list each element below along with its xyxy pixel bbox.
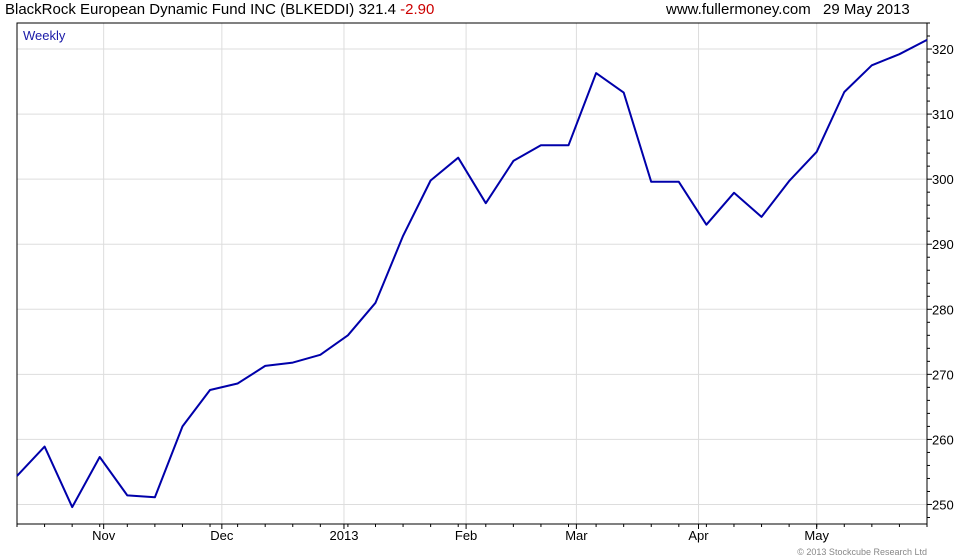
period-label: Weekly [23, 28, 66, 43]
x-tick-label: 2013 [330, 528, 359, 543]
chart-grid [17, 23, 927, 524]
y-tick-label: 290 [932, 237, 954, 252]
x-tick-label: Mar [565, 528, 588, 543]
y-tick-label: 260 [932, 432, 954, 447]
x-tick-label: Nov [92, 528, 116, 543]
y-tick-label: 300 [932, 172, 954, 187]
x-tick-label: Dec [210, 528, 234, 543]
x-tick-label: Apr [688, 528, 709, 543]
y-tick-label: 320 [932, 42, 954, 57]
series-line-weekly [16, 39, 928, 509]
y-tick-label: 280 [932, 302, 954, 317]
y-tick-label: 310 [932, 107, 954, 122]
y-axis: 250 260 270 280 290 300 310 320 [927, 22, 954, 518]
y-tick-label: 250 [932, 497, 954, 512]
plot-frame [16, 22, 928, 525]
x-tick-label: Feb [455, 528, 477, 543]
x-axis: Nov Dec 2013 Feb Mar Apr May [16, 524, 928, 543]
y-tick-label: 270 [932, 367, 954, 382]
x-tick-label: May [804, 528, 829, 543]
copyright-notice: © 2013 Stockcube Research Ltd [797, 547, 927, 557]
price-chart: Nov Dec 2013 Feb Mar Apr May 250 260 270 280 290 30… [16, 22, 954, 557]
